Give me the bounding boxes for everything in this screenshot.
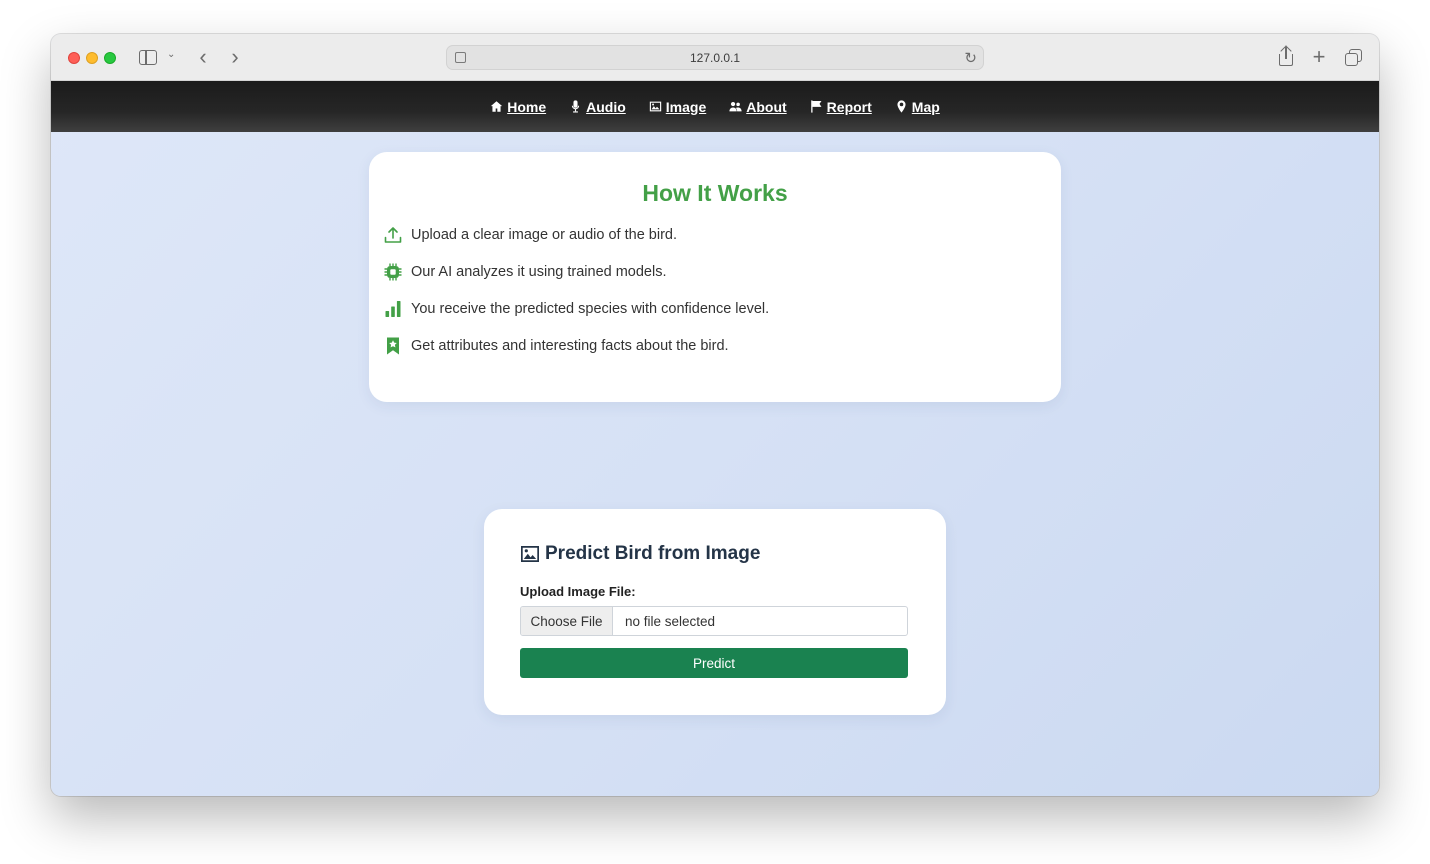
step-item: Upload a clear image or audio of the bir… (383, 225, 677, 245)
microphone-icon (571, 100, 580, 113)
image-file-input[interactable]: Choose File no file selected (520, 606, 908, 636)
step-item: You receive the predicted species with c… (383, 299, 769, 319)
predict-button[interactable]: Predict (520, 648, 908, 678)
file-status-text: no file selected (625, 613, 716, 629)
nav-map-link[interactable]: Map (895, 99, 940, 115)
sidebar-toggle-icon[interactable] (139, 50, 157, 65)
minimize-window-button[interactable] (86, 52, 98, 64)
chip-icon (384, 263, 402, 281)
top-navbar: Home Audio Image About Report Map (51, 81, 1379, 132)
step-text: Get attributes and interesting facts abo… (411, 338, 729, 354)
tab-overview-icon[interactable] (1345, 49, 1363, 67)
choose-file-button[interactable]: Choose File (521, 607, 613, 635)
nav-image-label: Image (665, 98, 707, 115)
bookmark-icon (387, 337, 399, 355)
forward-arrow-icon[interactable]: › (226, 44, 244, 70)
step-item: Our AI analyzes it using trained models. (383, 262, 667, 282)
how-it-works-title: How It Works (642, 180, 788, 206)
how-it-works-card: How It Works Upload a clear image or aud… (369, 152, 1061, 402)
flag-icon (810, 100, 822, 113)
nav-map-label: Map (911, 98, 940, 115)
close-window-button[interactable] (68, 52, 80, 64)
nav-audio-label: Audio (586, 98, 626, 115)
nav-home-label: Home (507, 98, 547, 115)
image-icon (649, 101, 661, 112)
nav-about-link[interactable]: About (729, 98, 787, 115)
step-text: You receive the predicted species with c… (411, 301, 770, 317)
nav-image-link[interactable]: Image (649, 99, 706, 115)
step-text: Upload a clear image or audio of the bir… (411, 227, 677, 243)
upload-icon (384, 227, 402, 243)
url-text[interactable]: 127.0.0.1 (447, 51, 983, 65)
back-arrow-icon[interactable]: ‹ (194, 44, 212, 70)
nav-about-label: About (746, 98, 787, 115)
nav-report-link[interactable]: Report (810, 99, 872, 115)
nav-audio-link[interactable]: Audio (569, 99, 626, 115)
zoom-window-button[interactable] (104, 52, 116, 64)
new-tab-icon[interactable]: + (1310, 44, 1328, 69)
predict-title: Predict Bird from Image (520, 543, 760, 565)
chevron-down-icon[interactable]: ⌄ (167, 49, 175, 60)
page-content: Home Audio Image About Report Map How It… (51, 81, 1379, 796)
upload-label: Upload Image File: (520, 584, 636, 599)
browser-window: ⌄ ‹ › 127.0.0.1 ↻ + Home Audio Image Abo… (51, 34, 1379, 796)
nav-home-link[interactable]: Home (490, 99, 546, 115)
step-text: Our AI analyzes it using trained models. (411, 264, 667, 280)
nav-report-label: Report (826, 98, 872, 115)
address-bar[interactable]: 127.0.0.1 ↻ (446, 45, 984, 70)
predict-card: Predict Bird from Image Upload Image Fil… (484, 509, 946, 715)
reload-icon[interactable]: ↻ (964, 49, 977, 67)
map-pin-icon (897, 100, 906, 113)
users-icon (729, 101, 742, 112)
image-icon (521, 546, 539, 562)
step-item: Get attributes and interesting facts abo… (383, 336, 729, 356)
browser-toolbar: ⌄ ‹ › 127.0.0.1 ↻ + (51, 34, 1379, 81)
predict-title-text: Predict Bird from Image (545, 543, 761, 564)
share-icon[interactable] (1277, 45, 1295, 68)
bar-chart-icon (385, 301, 401, 317)
home-icon (491, 101, 503, 112)
